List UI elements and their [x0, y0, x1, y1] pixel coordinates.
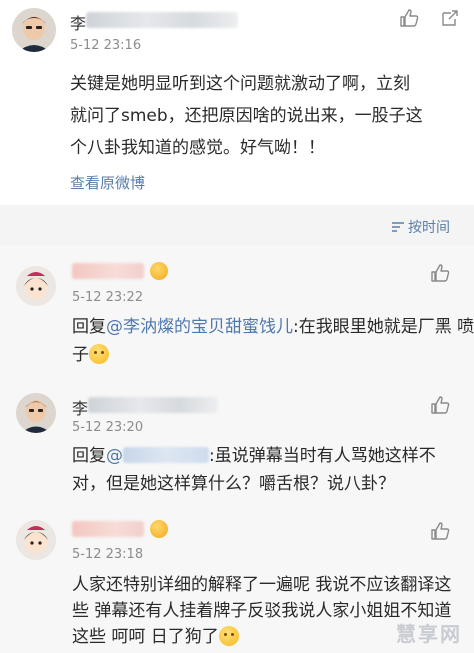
- thumbs-up-icon[interactable]: [399, 8, 419, 28]
- comment-1-mention-link[interactable]: @李汭燦的宝贝甜蜜饯儿: [106, 317, 293, 337]
- comment-1-text-line2: 子: [72, 345, 89, 365]
- comment-1-time: 5-12 23:22: [72, 290, 144, 305]
- man-avatar-icon: [12, 8, 56, 52]
- comment-1-line-1: 回复@李汭燦的宝贝甜蜜饯儿:在我眼里她就是厂黑 喷: [72, 313, 474, 341]
- reply-prefix: 回复: [72, 317, 106, 337]
- post-card: 李 5-12 23:16 关键是她明显听到这个问题就激动了啊，立刻 就问了sme…: [0, 0, 474, 205]
- comment-1-avatar[interactable]: [16, 266, 56, 306]
- mention-at: @: [106, 446, 123, 466]
- comment-2-text-rest: :虽说弹幕当时有人骂她这样不: [209, 446, 436, 466]
- smirk-emoji-icon: [218, 626, 239, 646]
- view-original-link[interactable]: 查看原微博: [70, 172, 145, 193]
- post-author-name-blurred: [86, 12, 238, 28]
- comment-2-author-blurred: [88, 397, 218, 413]
- comment-2-avatar[interactable]: [16, 393, 56, 433]
- comment-1-line-2: 子: [72, 341, 109, 369]
- post-text-line-1: 关键是她明显听到这个问题就激动了啊，立刻: [70, 74, 410, 94]
- comment-2-time: 5-12 23:20: [72, 420, 144, 435]
- sort-by-time-button[interactable]: 按时间: [391, 217, 450, 237]
- smirk-emoji-icon: [89, 344, 109, 364]
- post-text-line-3: 个八卦我知道的感觉。好气呦！！: [70, 138, 325, 158]
- comment-3-line-3: 这些 呵呵 日了狗了: [72, 623, 239, 651]
- comment-2-line-1: 回复@ :虽说弹幕当时有人骂她这样不: [72, 442, 436, 470]
- watermark: 慧享网: [396, 622, 462, 646]
- man-avatar-icon: [16, 393, 56, 433]
- comment-3-thumbs-up-icon[interactable]: [430, 521, 450, 541]
- comment-2-author-name[interactable]: 李: [72, 395, 88, 419]
- comment-2-line-2: 对，但是她这样算什么？嚼舌根？说八卦？: [72, 474, 395, 494]
- post-time: 5-12 23:16: [70, 38, 142, 53]
- cartoon-avatar-icon: [16, 266, 56, 306]
- comment-1-author-blurred: [72, 263, 144, 279]
- comment-3-line-1: 人家还特别详细的解释了一遍呢 我说不应该翻译这: [72, 575, 452, 595]
- post-text-line-2: 就问了smeb，还把原因啥的说出来，一股子这: [70, 106, 423, 126]
- sort-icon: [392, 222, 404, 232]
- comment-1-thumbs-up-icon[interactable]: [430, 263, 450, 283]
- comment-3-avatar[interactable]: [16, 520, 56, 560]
- comment-3-time: 5-12 23:18: [72, 547, 144, 562]
- heart-eyes-emoji-icon: [150, 262, 168, 280]
- comment-3-line-2: 些 弹幕还有人挂着牌子反驳我说人家小姐姐不知道: [72, 601, 452, 621]
- post-author-avatar[interactable]: [12, 8, 56, 52]
- comment-1-text-rest: :在我眼里她就是厂黑 喷: [293, 317, 474, 337]
- sort-bar: 按时间: [0, 205, 474, 245]
- comment-3-text-line3: 这些 呵呵 日了狗了: [72, 627, 219, 647]
- comment-list: 5-12 23:22 回复@李汭燦的宝贝甜蜜饯儿:在我眼里她就是厂黑 喷 子 李…: [0, 245, 474, 653]
- comment-2-mention-blurred: [123, 447, 209, 463]
- post-author-name[interactable]: 李: [70, 10, 86, 34]
- sort-label: 按时间: [408, 220, 450, 236]
- reply-prefix: 回复: [72, 446, 106, 466]
- heart-eyes-emoji-icon: [150, 520, 168, 538]
- comment-3-author-blurred: [72, 521, 144, 537]
- comment-2-mention-link[interactable]: @: [106, 446, 209, 466]
- comment-2-thumbs-up-icon[interactable]: [430, 395, 450, 415]
- cartoon-avatar-icon: [16, 520, 56, 560]
- share-icon[interactable]: [440, 8, 460, 28]
